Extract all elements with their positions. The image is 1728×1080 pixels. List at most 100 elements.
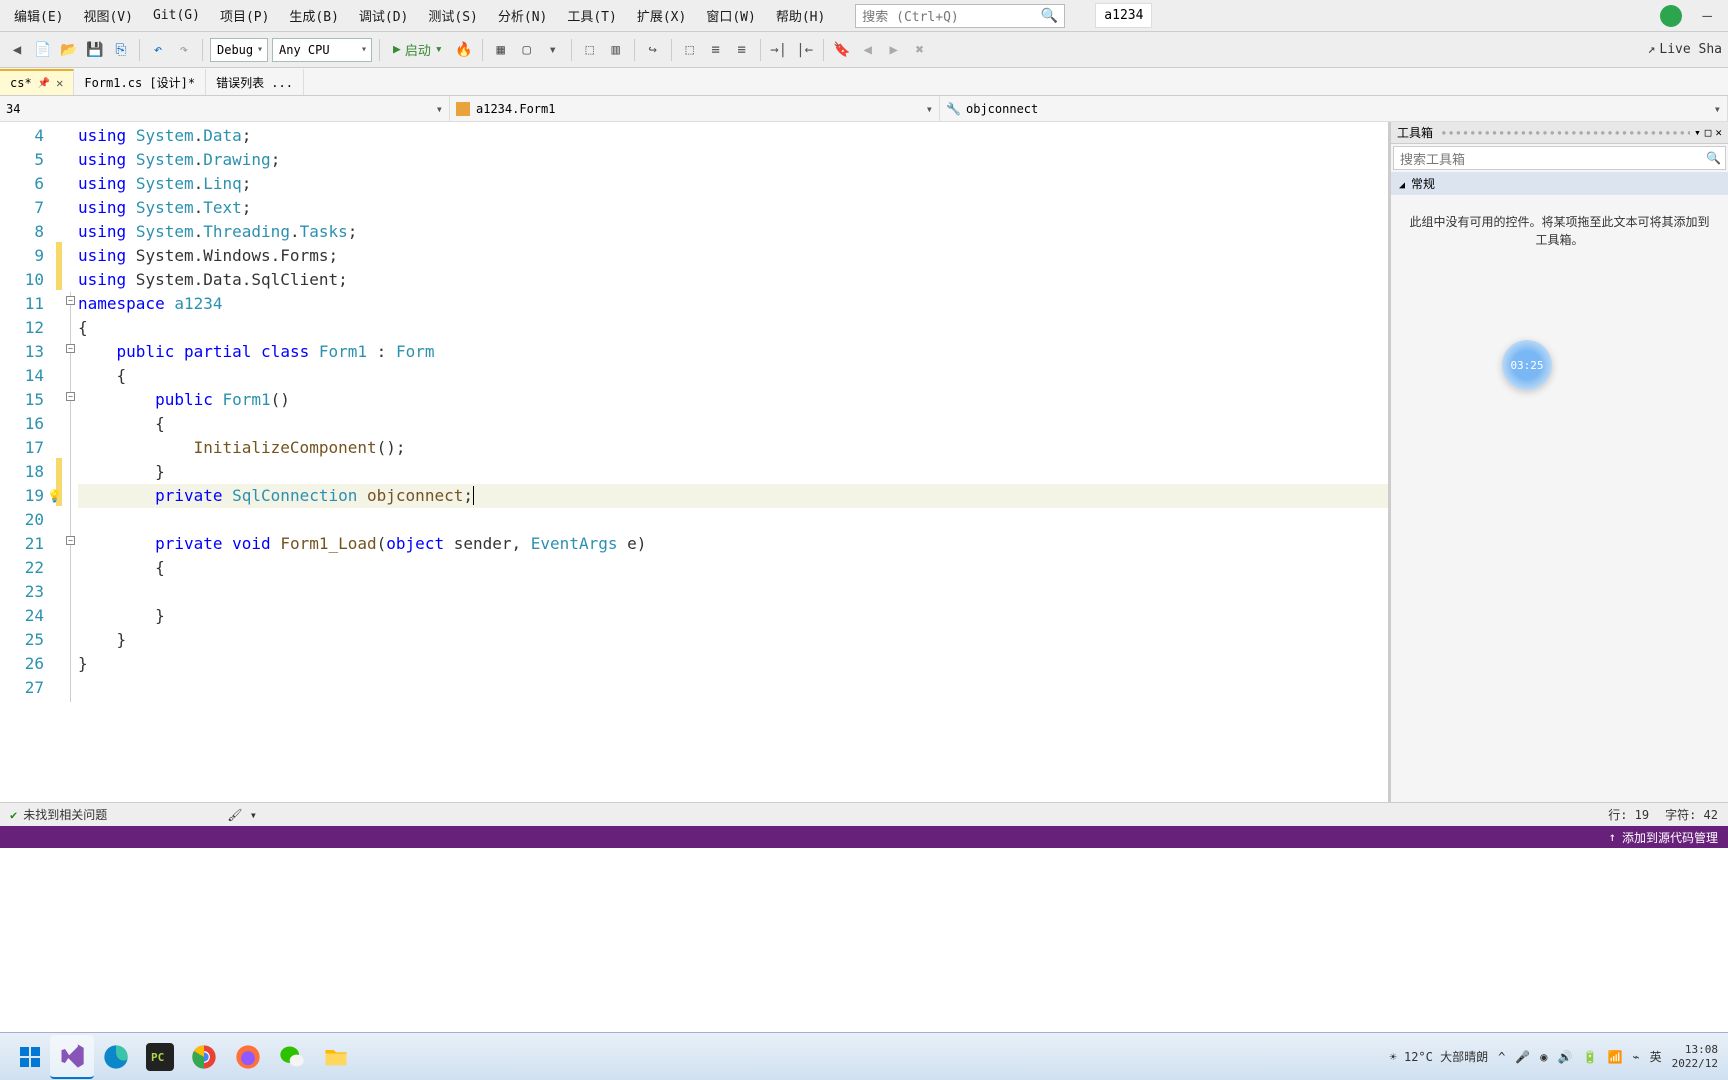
app-vs[interactable] [50,1035,94,1079]
status-bar: ✔ 未找到相关问题 🖌 ▾ 行: 19 字符: 42 [0,802,1728,826]
cut-icon[interactable]: ⬚ [679,39,701,61]
menu-test[interactable]: 测试(S) [418,2,487,29]
nav-project[interactable]: 34 [0,96,450,121]
brush-icon[interactable]: 🖌 ▾ [227,808,257,822]
tab-designer[interactable]: Form1.cs [设计]* [74,69,206,95]
prev-bookmark-icon[interactable]: ◀ [857,39,879,61]
tray-clock[interactable]: 13:082022/12 [1672,1043,1718,1069]
tray-bt-icon[interactable]: ⌁ [1632,1050,1639,1064]
change-margin [54,122,64,802]
toolbox-header: 工具箱 ∙∙∙∙∙∙∙∙∙∙∙∙∙∙∙∙∙∙∙∙∙∙∙∙∙∙∙∙∙∙∙∙∙∙∙∙… [1391,122,1728,144]
app-pycharm[interactable]: PC [138,1035,182,1079]
app-wechat[interactable] [270,1035,314,1079]
system-tray: ☀ 12°C 大部晴朗 ^ 🎤 ◉ 🔊 🔋 📶 ⌁ 英 13:082022/12 [1390,1043,1718,1069]
indent-icon[interactable]: →| [768,39,790,61]
comment-icon[interactable]: ≡ [705,39,727,61]
nav-member[interactable]: 🔧objconnect [940,96,1728,121]
close-icon[interactable]: ✕ [56,76,63,90]
timer-overlay[interactable]: 03:25 [1502,340,1552,390]
status-issues[interactable]: 未找到相关问题 [23,806,107,823]
dropdown-icon[interactable]: ▾ [1694,126,1701,139]
line-gutter: 4567891011121314151617181920212223242526… [0,122,54,802]
run-button[interactable]: 启动 ▾ [387,40,449,59]
menu-debug[interactable]: 调试(D) [349,2,418,29]
tab-bar: cs*📌✕ Form1.cs [设计]* 错误列表 ... [0,68,1728,96]
menu-extensions[interactable]: 扩展(X) [627,2,696,29]
tool3-icon[interactable]: ▾ [542,39,564,61]
minimize-icon[interactable]: — [1702,6,1712,25]
nav-bar: 34 a1234.Form1 🔧objconnect [0,96,1728,122]
source-control-bar[interactable]: 添加到源代码管理 [0,826,1728,848]
bookmark-icon[interactable]: 🔖 [831,39,853,61]
field-icon: 🔧 [946,102,960,116]
user-avatar[interactable] [1660,5,1682,27]
open-icon[interactable]: 📂 [58,39,80,61]
share-icon: ↗ [1648,42,1656,57]
saveall-icon[interactable]: ⎘ [110,39,132,61]
pin-icon[interactable]: 📌 [38,78,50,89]
search-input[interactable]: 搜索 (Ctrl+Q)🔍 [855,4,1065,28]
config-combo[interactable]: Debug [210,38,268,62]
tool5-icon[interactable]: ▥ [605,39,627,61]
ok-icon: ✔ [10,808,17,822]
maximize-icon[interactable]: □ [1705,126,1712,139]
code-area[interactable]: using System.Data;using System.Drawing;u… [78,122,1388,802]
undo-icon[interactable]: ↶ [147,39,169,61]
tab-cs[interactable]: cs*📌✕ [0,69,74,95]
fold-margin: −−−− [64,122,78,802]
toolbox-panel: 工具箱 ∙∙∙∙∙∙∙∙∙∙∙∙∙∙∙∙∙∙∙∙∙∙∙∙∙∙∙∙∙∙∙∙∙∙∙∙… [1388,122,1728,802]
live-share-button[interactable]: ↗Live Sha [1648,42,1722,57]
menu-bar: 编辑(E) 视图(V) Git(G) 项目(P) 生成(B) 调试(D) 测试(… [0,0,1728,32]
tray-shield-icon[interactable]: ◉ [1540,1050,1547,1064]
search-icon: 🔍 [1041,8,1058,24]
redo-icon[interactable]: ↷ [173,39,195,61]
menu-analyze[interactable]: 分析(N) [488,2,557,29]
app-explorer[interactable] [314,1035,358,1079]
svg-text:PC: PC [151,1051,164,1064]
next-bookmark-icon[interactable]: ▶ [883,39,905,61]
tray-battery-icon[interactable]: 🔋 [1582,1050,1597,1064]
toolbox-search[interactable]: 搜索工具箱 [1393,146,1726,170]
toolbar: ◀ 📄 📂 💾 ⎘ ↶ ↷ Debug Any CPU 启动 ▾ 🔥 ▦ ▢ ▾… [0,32,1728,68]
app-firefox[interactable] [226,1035,270,1079]
tool2-icon[interactable]: ▢ [516,39,538,61]
tray-ime[interactable]: 英 [1650,1048,1662,1065]
menu-help[interactable]: 帮助(H) [766,2,835,29]
tool1-icon[interactable]: ▦ [490,39,512,61]
outdent-icon[interactable]: |← [794,39,816,61]
menu-build[interactable]: 生成(B) [279,2,348,29]
nav-class[interactable]: a1234.Form1 [450,96,940,121]
hot-reload-icon[interactable]: 🔥 [453,39,475,61]
tray-mic-icon[interactable]: 🎤 [1515,1050,1530,1064]
taskbar: PC ☀ 12°C 大部晴朗 ^ 🎤 ◉ 🔊 🔋 📶 ⌁ 英 13:082022… [0,1032,1728,1080]
app-edge[interactable] [94,1035,138,1079]
solution-name[interactable]: a1234 [1095,3,1152,28]
tray-chevron-icon[interactable]: ^ [1498,1050,1505,1064]
tray-wifi-icon[interactable]: 📶 [1607,1050,1622,1064]
status-col: 字符: 42 [1665,806,1718,823]
uncomment-icon[interactable]: ≡ [731,39,753,61]
close-panel-icon[interactable]: ✕ [1715,126,1722,139]
code-editor[interactable]: 4567891011121314151617181920212223242526… [0,122,1388,802]
toolbox-empty-msg: 此组中没有可用的控件。将某项拖至此文本可将其添加到工具箱。 [1391,195,1728,267]
step-out-icon[interactable]: ↪ [642,39,664,61]
menu-window[interactable]: 窗口(W) [696,2,765,29]
menu-view[interactable]: 视图(V) [73,2,142,29]
main-area: 4567891011121314151617181920212223242526… [0,122,1728,802]
menu-project[interactable]: 项目(P) [210,2,279,29]
menu-git[interactable]: Git(G) [143,4,210,27]
menu-tools[interactable]: 工具(T) [557,2,626,29]
toolbox-category[interactable]: 常规 [1391,172,1728,195]
new-icon[interactable]: 📄 [32,39,54,61]
tab-errorlist[interactable]: 错误列表 ... [206,69,304,95]
save-icon[interactable]: 💾 [84,39,106,61]
clear-bookmark-icon[interactable]: ✖ [909,39,931,61]
tray-volume-icon[interactable]: 🔊 [1558,1050,1573,1064]
back-icon[interactable]: ◀ [6,39,28,61]
menu-edit[interactable]: 编辑(E) [4,2,73,29]
app-chrome[interactable] [182,1035,226,1079]
start-button[interactable] [10,1037,50,1077]
weather-widget[interactable]: ☀ 12°C 大部晴朗 [1390,1048,1489,1065]
platform-combo[interactable]: Any CPU [272,38,372,62]
tool4-icon[interactable]: ⬚ [579,39,601,61]
